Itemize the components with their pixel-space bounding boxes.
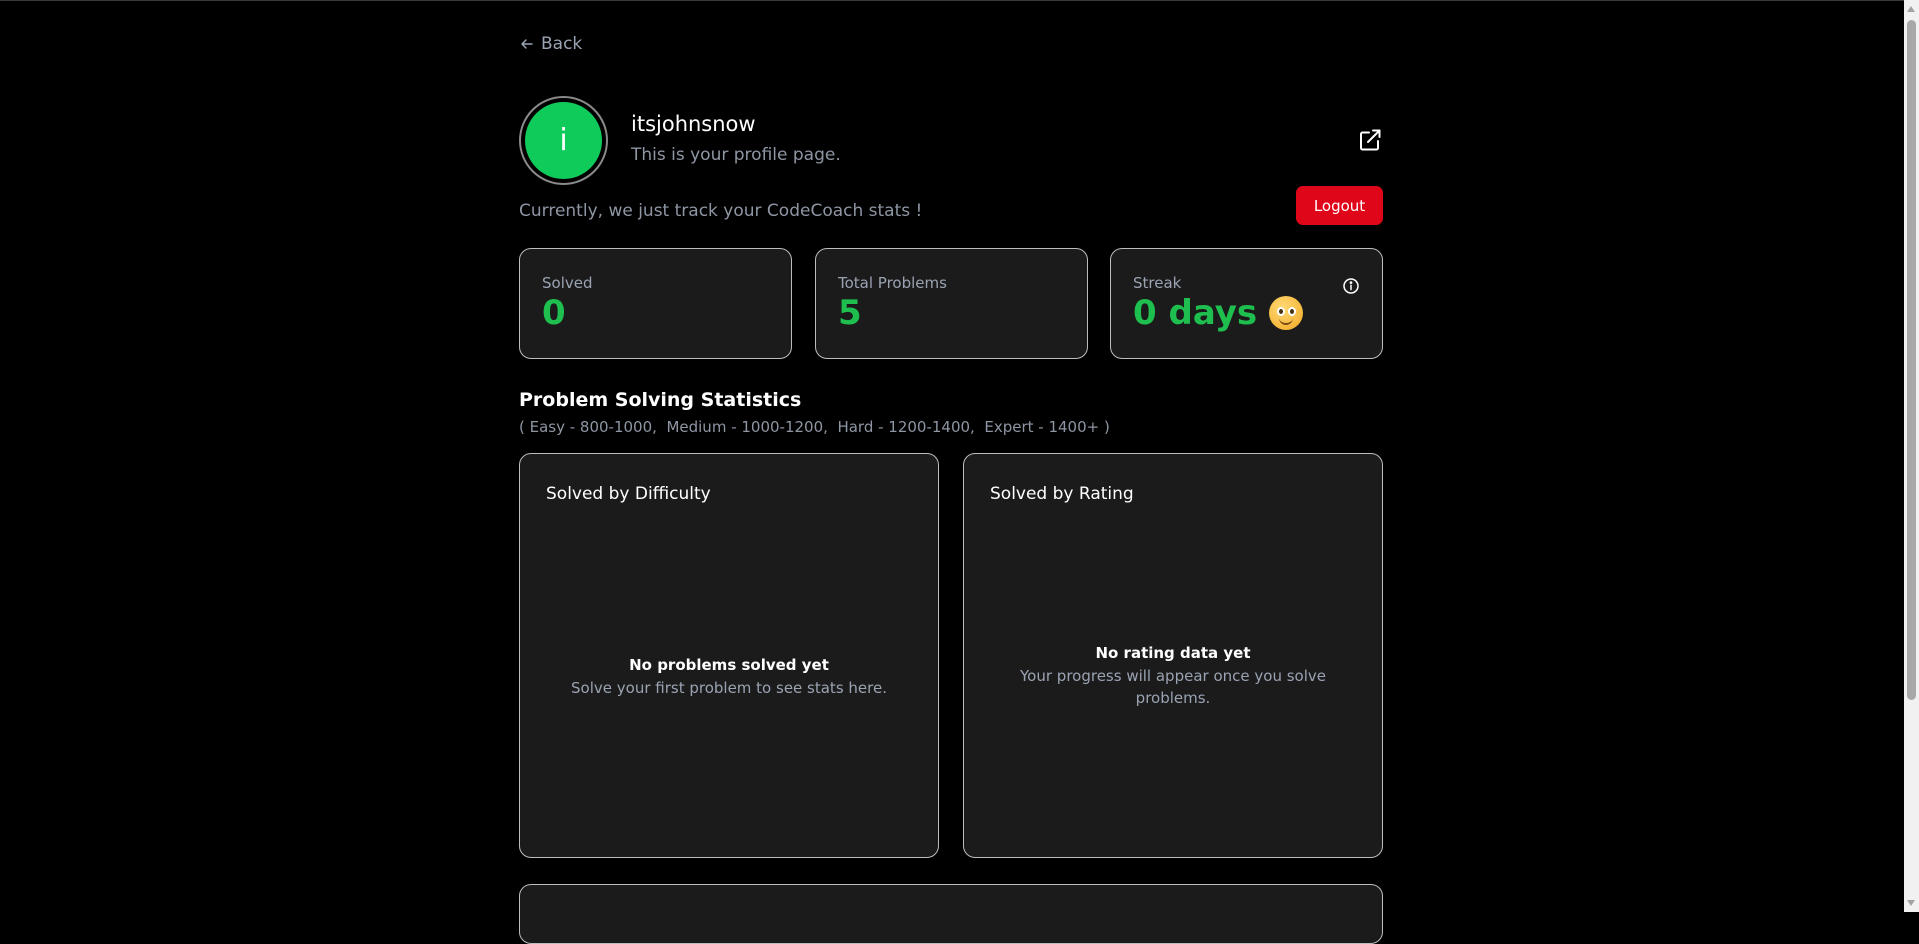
stat-label: Total Problems bbox=[838, 274, 947, 292]
avatar-circle: i bbox=[525, 102, 602, 179]
username: itsjohnsnow bbox=[631, 112, 756, 136]
tracking-note: Currently, we just track your CodeCoach … bbox=[519, 201, 923, 221]
stat-value: 0 bbox=[542, 293, 566, 333]
solved-by-difficulty-panel: Solved by Difficulty No problems solved … bbox=[519, 453, 939, 858]
scroll-thumb[interactable] bbox=[1907, 20, 1916, 700]
empty-message: Solve your first problem to see stats he… bbox=[571, 679, 887, 697]
avatar: i bbox=[519, 96, 608, 185]
stat-label: Streak bbox=[1133, 274, 1182, 292]
stat-value: 0 days bbox=[1133, 293, 1304, 333]
stat-value-text: 0 days bbox=[1133, 293, 1258, 333]
stat-card-streak: Streak 0 days bbox=[1110, 248, 1383, 359]
empty-message: Your progress will appear once you solve… bbox=[1020, 667, 1326, 707]
stats-row: Solved 0 Total Problems 5 Streak 0 days bbox=[519, 248, 1383, 359]
stat-value-text: 0 bbox=[542, 293, 566, 333]
stat-value-text: 5 bbox=[838, 293, 862, 333]
empty-title: No problems solved yet bbox=[629, 656, 829, 674]
empty-state: No problems solved yet Solve your first … bbox=[520, 656, 938, 699]
statistics-title: Problem Solving Statistics bbox=[519, 389, 802, 411]
window-top-border bbox=[0, 0, 1919, 1]
stat-label: Solved bbox=[542, 274, 593, 292]
stat-card-solved: Solved 0 bbox=[519, 248, 792, 359]
logout-button[interactable]: Logout bbox=[1296, 186, 1383, 225]
panel-title: Solved by Difficulty bbox=[546, 484, 711, 504]
info-icon[interactable] bbox=[1342, 277, 1360, 295]
back-label: Back bbox=[541, 34, 583, 54]
profile-subtitle: This is your profile page. bbox=[631, 145, 841, 165]
external-link-icon[interactable] bbox=[1357, 127, 1383, 153]
smiley-emoji-icon bbox=[1269, 296, 1304, 330]
difficulty-legend: ( Easy - 800-1000, Medium - 1000-1200, H… bbox=[519, 418, 1110, 436]
solved-by-rating-panel: Solved by Rating No rating data yet Your… bbox=[963, 453, 1383, 858]
empty-title: No rating data yet bbox=[1095, 644, 1251, 662]
back-link[interactable]: Back bbox=[519, 34, 582, 54]
scroll-up-icon[interactable] bbox=[1907, 6, 1915, 12]
empty-state: No rating data yet Your progress will ap… bbox=[964, 644, 1382, 709]
vertical-scrollbar[interactable] bbox=[1904, 0, 1919, 912]
panel-title: Solved by Rating bbox=[990, 484, 1134, 504]
stat-value: 5 bbox=[838, 293, 862, 333]
arrow-left-icon bbox=[521, 39, 533, 49]
scroll-down-icon[interactable] bbox=[1907, 900, 1915, 906]
stat-card-total-problems: Total Problems 5 bbox=[815, 248, 1088, 359]
bottom-panel bbox=[519, 884, 1383, 944]
